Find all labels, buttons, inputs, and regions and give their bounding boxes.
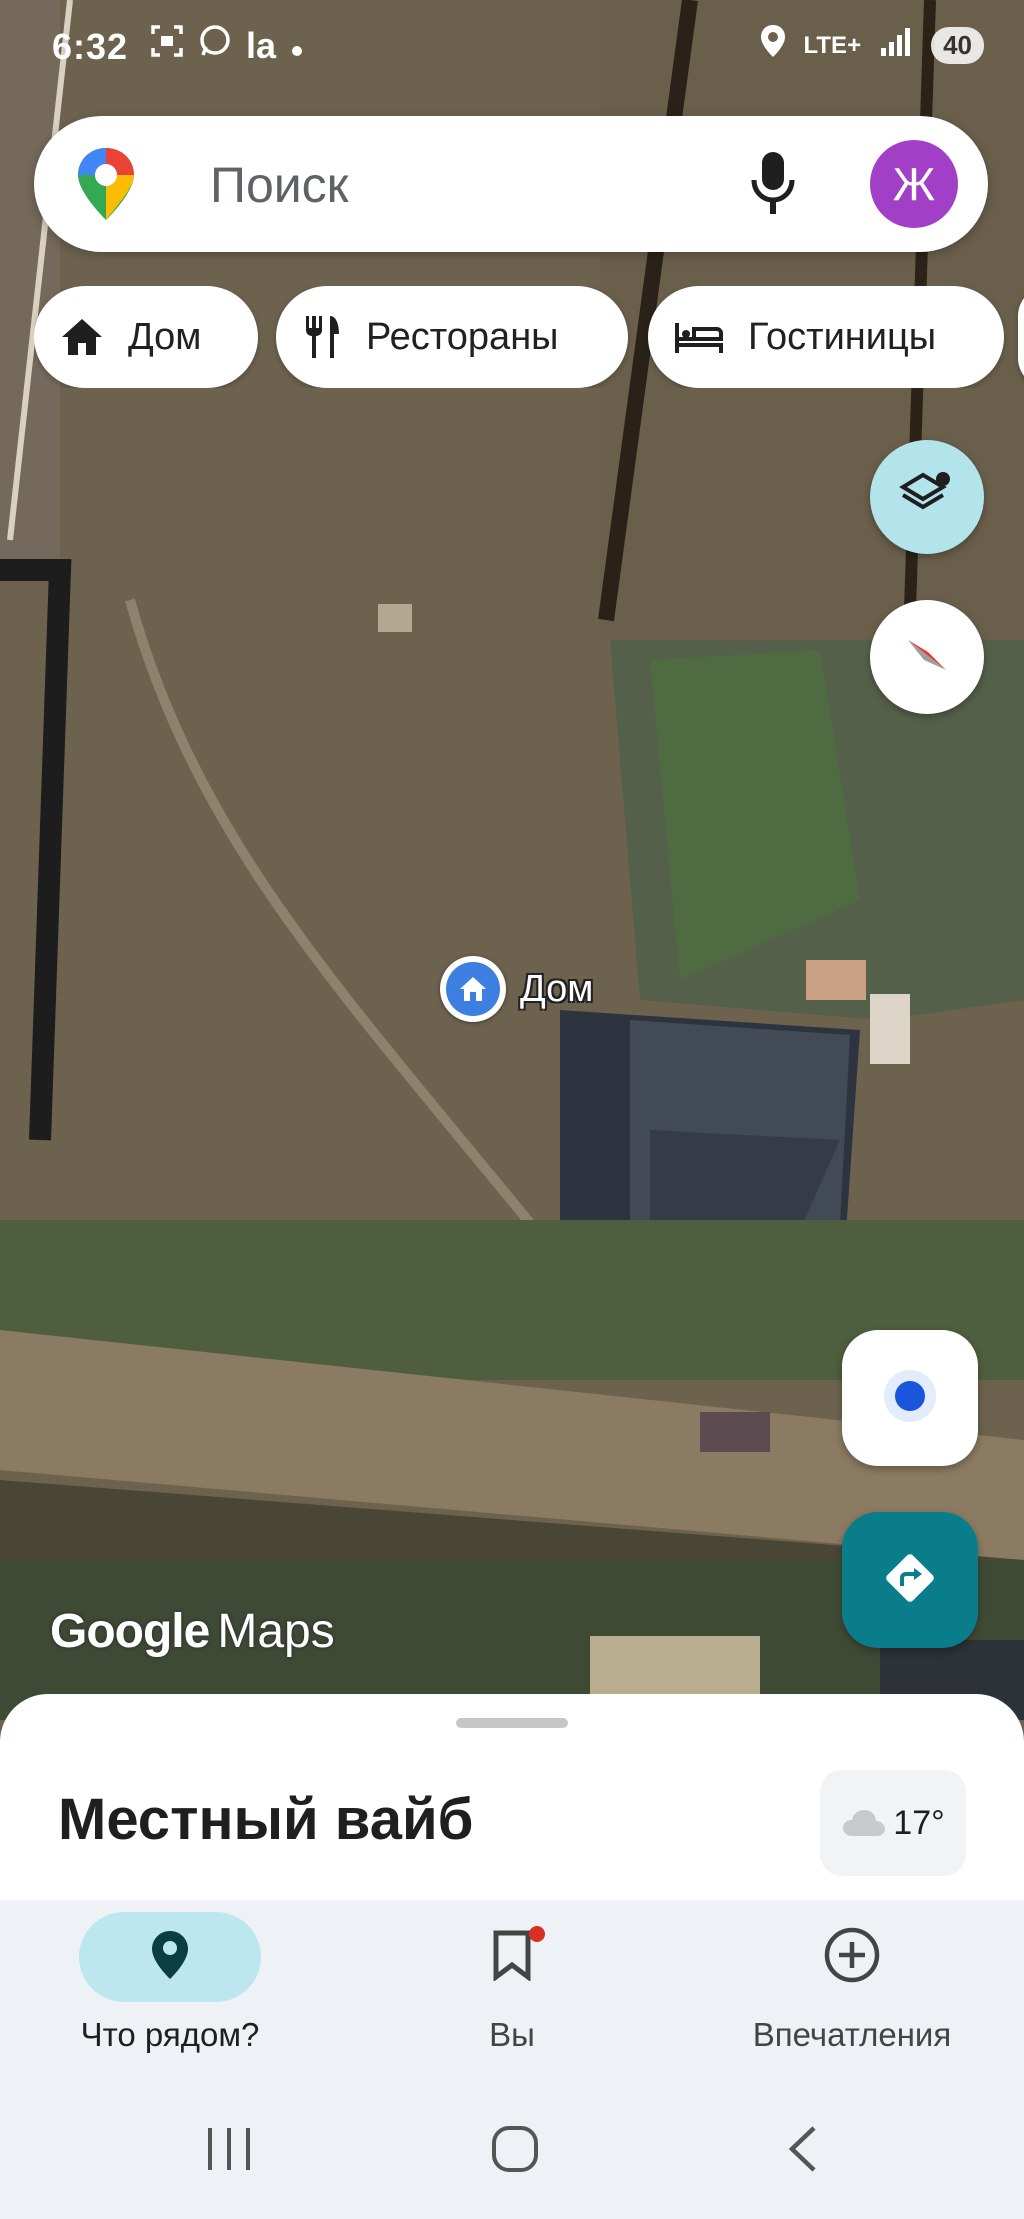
screenshot-icon — [150, 24, 184, 67]
layers-icon — [899, 467, 955, 528]
weather-temp: 17° — [893, 1803, 945, 1842]
search-input[interactable]: Поиск — [210, 156, 349, 214]
recent-apps-icon[interactable] — [206, 2124, 252, 2174]
compass-button[interactable] — [870, 600, 984, 714]
cloud-icon — [841, 1808, 887, 1838]
directions-icon — [880, 1548, 940, 1613]
back-icon[interactable] — [784, 2124, 820, 2174]
signal-icon — [879, 25, 913, 67]
category-chips: Дом Рестораны Гостиницы — [34, 286, 1024, 388]
status-time: 6:32 — [52, 26, 129, 67]
battery-indicator: 40 — [931, 27, 984, 64]
system-navigation-bar — [0, 2084, 1024, 2219]
nav-contribute[interactable]: Впечатления — [702, 1912, 1002, 2072]
chip-restaurants[interactable]: Рестораны — [276, 286, 628, 388]
nav-you[interactable]: Вы — [362, 1912, 662, 2072]
sheet-drag-handle[interactable] — [456, 1718, 568, 1728]
sheet-title: Местный вайб — [58, 1787, 474, 1852]
chip-hotels[interactable]: Гостиницы — [648, 286, 1004, 388]
network-type: LTE+ — [803, 31, 862, 59]
weather-chip[interactable]: 17° — [820, 1770, 966, 1876]
microphone-icon[interactable] — [748, 148, 798, 225]
compass-icon — [902, 630, 952, 685]
bottom-sheet[interactable]: Местный вайб 17° — [0, 1694, 1024, 1904]
google-maps-pin-icon — [76, 146, 136, 227]
place-label-text: Дом — [520, 967, 594, 1010]
my-location-icon — [882, 1368, 938, 1429]
notification-dot — [529, 1926, 545, 1942]
account-avatar[interactable]: Ж — [870, 140, 958, 228]
search-bar[interactable]: Поиск Ж — [34, 116, 988, 252]
notification-icons: la — [150, 24, 304, 67]
layers-button[interactable] — [870, 440, 984, 554]
bookmark-icon — [492, 1929, 532, 1986]
location-icon — [760, 24, 786, 67]
my-location-button[interactable] — [842, 1330, 978, 1466]
more-dot-icon — [290, 25, 304, 67]
chip-more[interactable] — [1018, 286, 1024, 388]
google-maps-logo: Google Maps — [50, 1605, 335, 1658]
whatsapp-icon — [198, 24, 232, 67]
explore-pin-icon — [150, 1929, 190, 1986]
home-place-marker[interactable]: Дом — [440, 956, 593, 1022]
chip-home[interactable]: Дом — [34, 286, 258, 388]
nav-label: Что рядом? — [80, 2016, 260, 2053]
chip-label: Дом — [128, 315, 202, 358]
restaurant-icon — [302, 314, 342, 360]
chip-label: Гостиницы — [748, 315, 937, 358]
app-la-icon: la — [246, 24, 277, 66]
nav-label: Впечатления — [752, 2016, 952, 2053]
hotel-icon — [674, 319, 724, 355]
home-pin-icon — [440, 956, 506, 1022]
system-icons: LTE+ 40 — [760, 24, 984, 67]
bottom-navigation: Что рядом? Вы Впечатления — [0, 1900, 1024, 2084]
chip-label: Рестораны — [366, 315, 559, 358]
add-circle-icon — [823, 1926, 881, 1989]
nav-label: Вы — [489, 2016, 535, 2053]
home-icon — [60, 317, 104, 357]
status-bar: 6:32 la LTE+ 40 — [0, 0, 1024, 96]
directions-button[interactable] — [842, 1512, 978, 1648]
nav-explore[interactable]: Что рядом? — [20, 1912, 320, 2072]
home-button-icon[interactable] — [490, 2124, 540, 2174]
